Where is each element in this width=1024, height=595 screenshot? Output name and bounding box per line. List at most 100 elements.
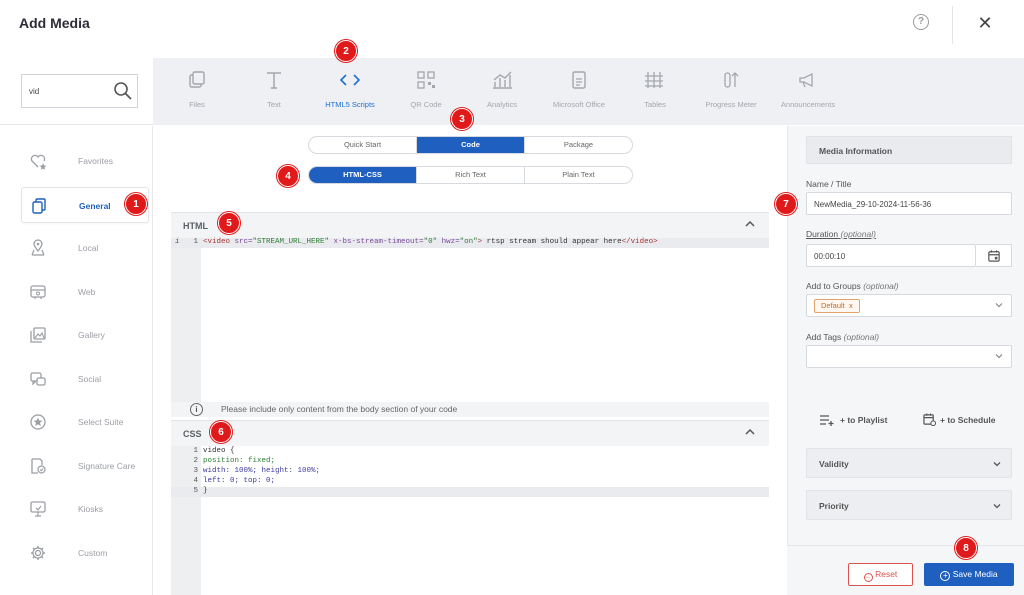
code-line: 1 video { — [171, 447, 769, 457]
gear-icon — [31, 546, 45, 560]
search-input[interactable]: vid — [21, 74, 138, 108]
group-chip: Default x — [814, 299, 860, 313]
category-label: Announcements — [780, 100, 836, 109]
category-files[interactable]: Files — [153, 58, 241, 125]
chip-remove-icon[interactable]: x — [849, 301, 853, 310]
search-area: vid — [0, 58, 153, 125]
category-microsoft-office[interactable]: Microsoft Office — [545, 58, 613, 125]
media-info-panel: Media Information Name / Title NewMedia_… — [787, 126, 1024, 595]
validity-label: Validity — [819, 459, 849, 469]
sidebar-item-signature-care[interactable]: Signature Care — [21, 448, 149, 484]
category-tables[interactable]: Tables — [613, 58, 697, 125]
sidebar-item-social[interactable]: Social — [21, 361, 149, 397]
dialog-title: Add Media — [19, 15, 90, 31]
sidebar-item-label: Kiosks — [78, 504, 104, 514]
annotation-badge-5: 5 — [218, 212, 240, 234]
chevron-down-icon[interactable] — [993, 502, 1001, 510]
save-media-label: Save Media — [952, 569, 998, 579]
tags-label: Add Tags (optional) — [806, 332, 880, 342]
duration-label: Duration (optional) — [806, 229, 876, 239]
sidebar-item-label: Local — [78, 243, 99, 253]
category-label: QR Code — [410, 100, 442, 109]
code-text: <video src="STREAM_URL_HERE" x-bs-stream… — [203, 238, 658, 246]
line-number: 1 — [193, 447, 198, 455]
annotation-badge-3: 3 — [451, 108, 473, 130]
kiosk-icon — [30, 501, 46, 517]
text-icon — [267, 72, 281, 89]
category-bar: Files Text HTML5 Scripts QR Code Analyti… — [153, 58, 1024, 125]
sidebar-item-custom[interactable]: Custom — [21, 535, 149, 571]
category-qr-code[interactable]: QR Code — [393, 58, 459, 125]
line-number: 5 — [193, 487, 198, 495]
duration-field[interactable]: 00:00:10 — [806, 244, 976, 267]
chevron-up-icon[interactable] — [745, 219, 755, 229]
media-info-title: Media Information — [819, 146, 893, 156]
chevron-down-icon[interactable] — [995, 352, 1003, 360]
chevron-down-icon[interactable] — [993, 460, 1001, 468]
annotation-badge-2: 2 — [335, 40, 357, 62]
mode-tabs: Quick Start Code Package — [308, 136, 633, 154]
help-icon[interactable]: ? — [913, 14, 929, 30]
close-icon[interactable]: ✕ — [975, 13, 995, 33]
line-gutter — [171, 238, 201, 402]
qr-code-icon — [417, 71, 435, 89]
sidebar-item-label: General — [79, 201, 111, 211]
category-html5-scripts[interactable]: HTML5 Scripts — [307, 58, 393, 125]
category-announcements[interactable]: Announcements — [765, 58, 851, 125]
sidebar-item-local[interactable]: Local — [21, 230, 149, 266]
code-text: left: 0; top: 0; — [203, 477, 276, 485]
sidebar-item-kiosks[interactable]: Kiosks — [21, 491, 149, 527]
css-panel-header[interactable]: CSS — [171, 420, 769, 446]
category-label: HTML5 Scripts — [325, 100, 375, 109]
sidebar-item-label: Select Suite — [78, 417, 124, 427]
calendar-icon — [988, 250, 1000, 262]
tab-quick-start[interactable]: Quick Start — [309, 137, 417, 153]
code-line: 2 position: fixed; — [171, 457, 769, 467]
groups-label: Add to Groups (optional) — [806, 281, 899, 291]
sidebar-item-gallery[interactable]: Gallery — [21, 317, 149, 353]
name-field[interactable]: NewMedia_29-10-2024-11-56-36 — [806, 192, 1012, 215]
search-input-value: vid — [29, 87, 40, 96]
priority-section[interactable]: Priority — [806, 490, 1012, 520]
tab-rich-text[interactable]: Rich Text — [417, 167, 525, 183]
megaphone-icon — [799, 72, 813, 88]
sidebar-item-favorites[interactable]: Favorites — [21, 143, 149, 179]
reset-label: Reset — [875, 569, 898, 579]
name-label: Name / Title — [806, 179, 852, 189]
tab-html-css[interactable]: HTML-CSS — [309, 167, 417, 183]
tags-select[interactable] — [806, 345, 1012, 368]
social-icon — [30, 372, 46, 386]
code-line: 4 left: 0; top: 0; — [171, 477, 769, 487]
editor-area: Quick Start Code Package HTML-CSS Rich T… — [153, 126, 787, 595]
tab-package[interactable]: Package — [525, 137, 632, 153]
schedule-icon — [923, 413, 936, 426]
validity-section[interactable]: Validity — [806, 448, 1012, 478]
css-code-editor[interactable]: 1 video { 2 position: fixed; 3 width: 100%;… — [171, 446, 769, 595]
office-icon — [572, 71, 586, 89]
priority-label: Priority — [819, 501, 849, 511]
category-label: Analytics — [486, 100, 517, 109]
sidebar-item-select-suite[interactable]: Select Suite — [21, 404, 149, 440]
html-panel-header[interactable]: HTML — [171, 212, 769, 238]
chevron-up-icon[interactable] — [745, 427, 755, 437]
category-label: Files — [189, 100, 205, 109]
category-progress-meter[interactable]: Progress Meter — [697, 58, 765, 125]
copy-icon — [32, 198, 46, 214]
html-code-editor[interactable]: i 1 <video src="STREAM_URL_HERE" x-bs-st… — [171, 238, 769, 402]
save-media-button[interactable]: + Save Media — [924, 563, 1014, 586]
search-icon[interactable] — [113, 81, 133, 101]
dialog-footer: ← Reset + Save Media — [787, 545, 1024, 595]
notice-text: Please include only content from the bod… — [221, 404, 458, 414]
groups-select[interactable]: Default x — [806, 294, 1012, 317]
reset-icon: ← — [863, 573, 873, 582]
calendar-button[interactable] — [976, 244, 1012, 267]
sidebar-item-web[interactable]: Web — [21, 274, 149, 310]
star-circle-icon — [30, 414, 46, 430]
category-text[interactable]: Text — [241, 58, 307, 125]
reset-button[interactable]: ← Reset — [848, 563, 913, 586]
chevron-down-icon[interactable] — [995, 301, 1003, 309]
tab-code[interactable]: Code — [417, 137, 525, 153]
sidebar-item-label: Favorites — [78, 156, 113, 166]
add-to-playlist-label: + to Playlist — [840, 415, 888, 425]
tab-plain-text[interactable]: Plain Text — [525, 167, 632, 183]
